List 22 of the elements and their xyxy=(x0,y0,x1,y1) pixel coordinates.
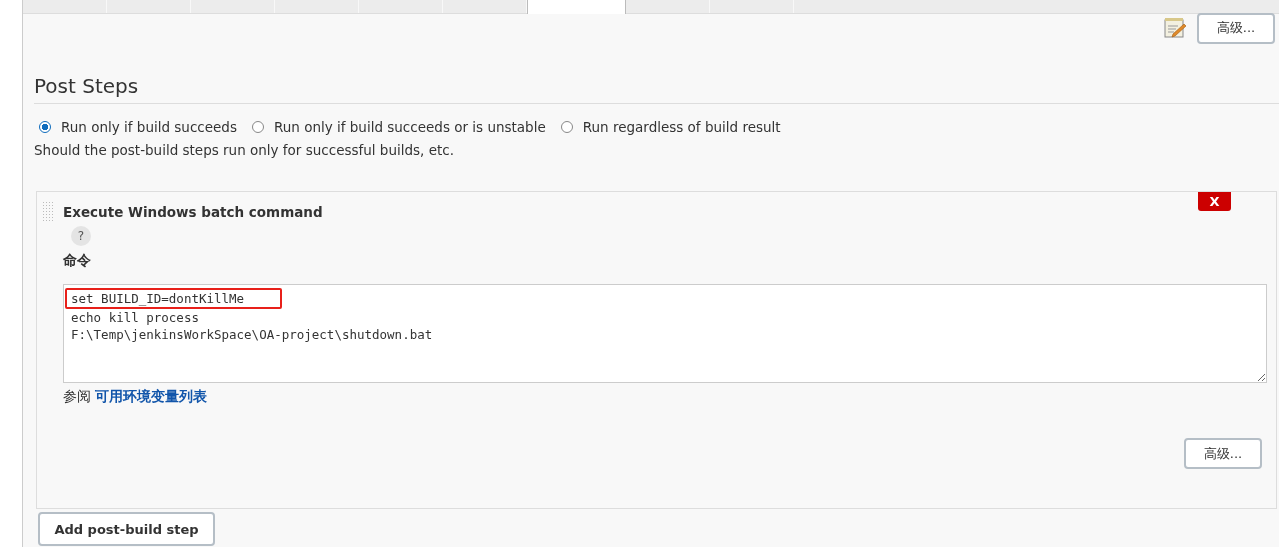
see-also-text: 参阅 xyxy=(63,388,91,404)
command-field[interactable]: set BUILD_ID=dontKillMe echo kill process F:\Temp\jenkinsWorkSpace\OA-project\shutdown.bat xyxy=(63,284,1267,383)
command-line: echo kill process xyxy=(70,309,200,326)
field-label: 命令 xyxy=(63,252,92,270)
help-text: Should the post-build steps run only for successful builds, etc. xyxy=(34,141,455,159)
advanced-button[interactable]: 高级... xyxy=(1184,438,1262,469)
radio-label[interactable]: Run only if build succeeds xyxy=(61,118,237,136)
radio-label[interactable]: Run regardless of build result xyxy=(582,118,781,136)
radio-button[interactable] xyxy=(39,121,51,133)
radio-button[interactable] xyxy=(251,121,264,133)
env-vars-link[interactable]: 可用环境变量列表 xyxy=(95,388,208,404)
delete-button[interactable]: X xyxy=(1198,192,1231,211)
step-title: Execute Windows batch command xyxy=(63,204,323,220)
command-line: F:\Temp\jenkinsWorkSpace\OA-project\shutdown.bat xyxy=(70,326,434,343)
help-button[interactable]: ? xyxy=(71,226,91,246)
add-step-button[interactable]: Add post-build step xyxy=(38,512,215,546)
tab[interactable] xyxy=(527,0,626,14)
notepad-pencil-icon[interactable] xyxy=(1163,17,1187,39)
advanced-button[interactable]: 高级... xyxy=(1197,12,1275,44)
radio-button[interactable] xyxy=(560,121,573,133)
section-heading: Post Steps xyxy=(34,43,1279,104)
radio-label[interactable]: Run only if build succeeds or is unstable xyxy=(273,118,546,136)
